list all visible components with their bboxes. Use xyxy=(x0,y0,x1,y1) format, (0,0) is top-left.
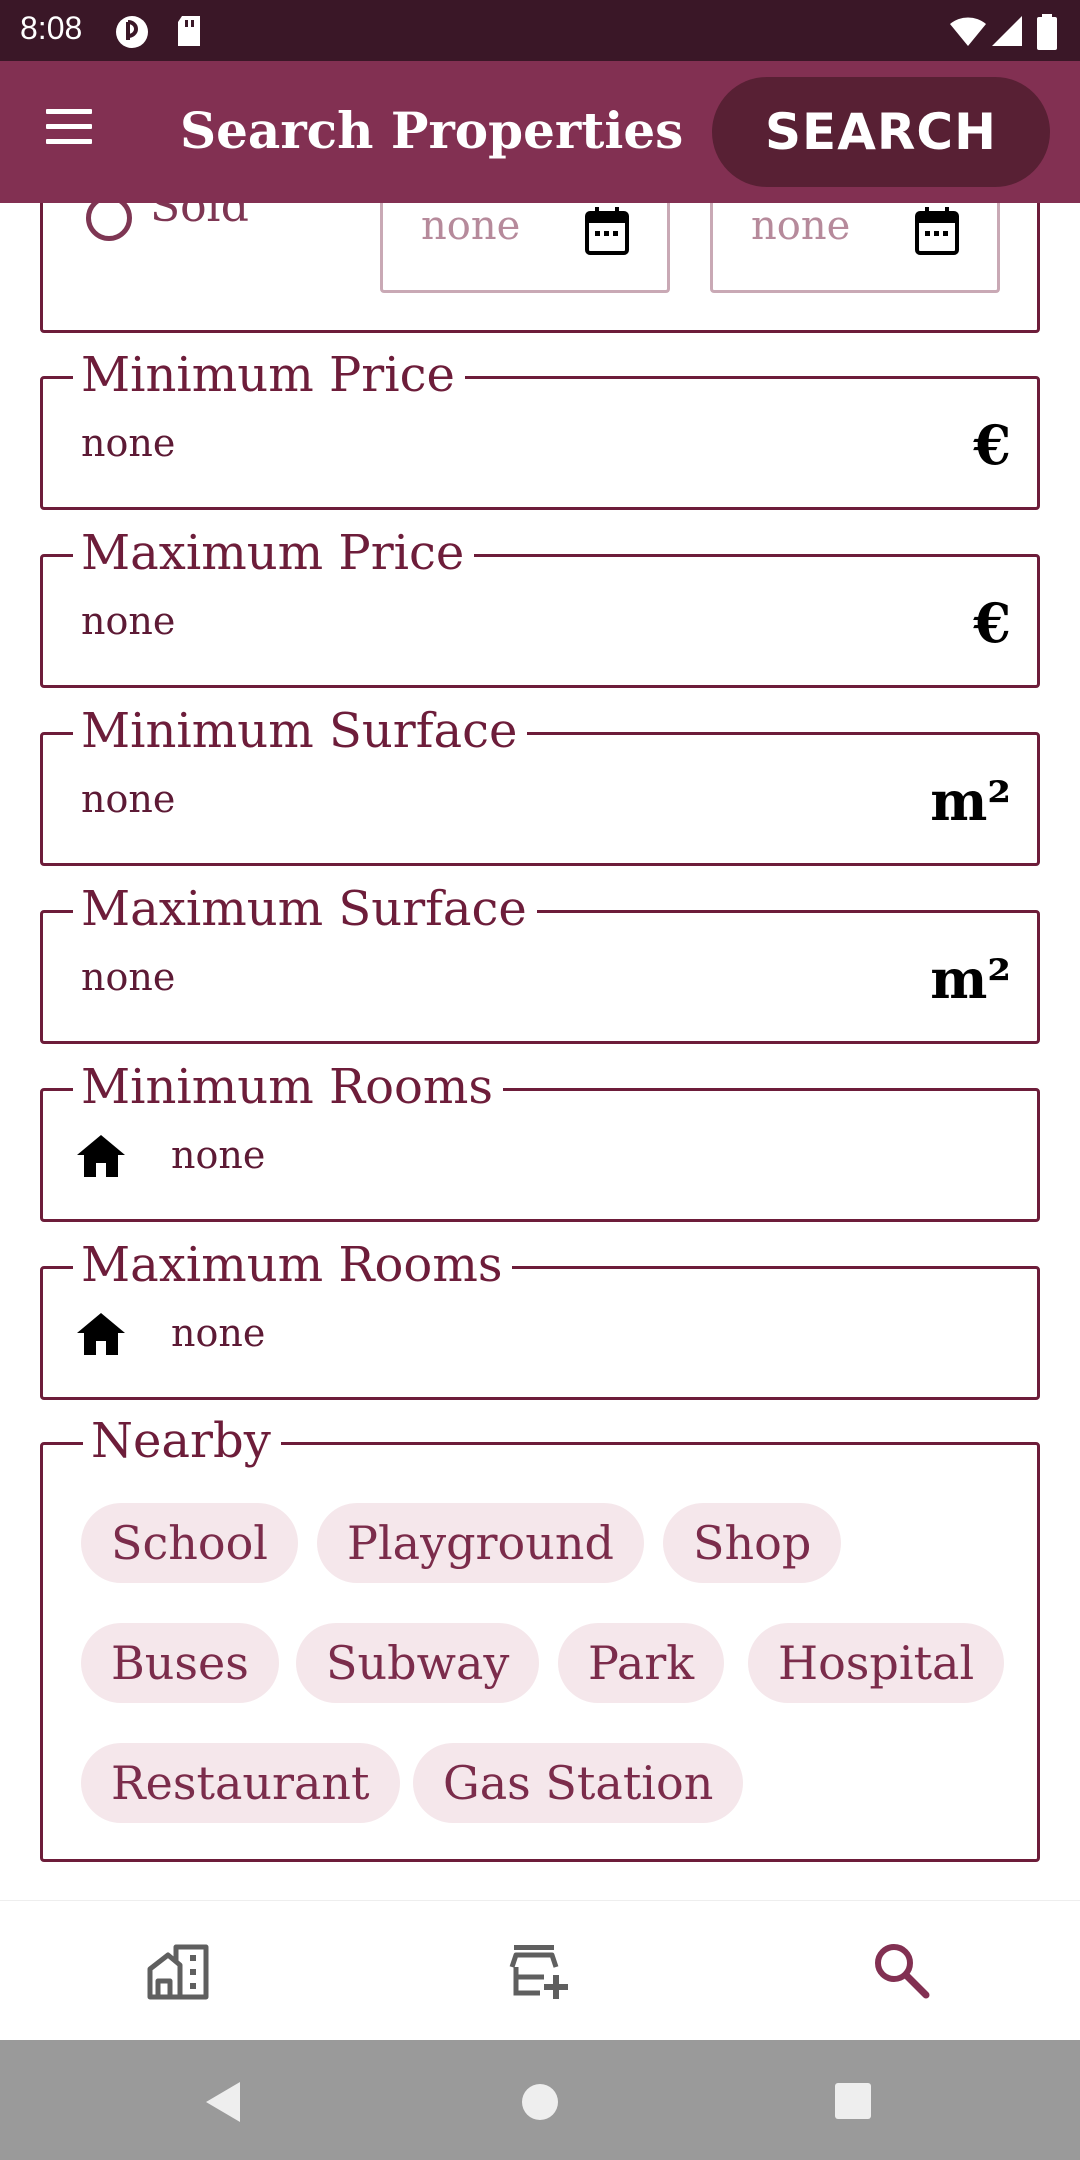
system-nav-bar xyxy=(0,2040,1080,2160)
bottom-nav xyxy=(0,1900,1080,2040)
sd-card-icon xyxy=(178,16,200,46)
date-from-field[interactable]: none xyxy=(380,203,670,293)
home-icon xyxy=(77,1313,125,1355)
min-price-field[interactable]: Minimum Price none € xyxy=(40,345,1040,510)
min-surface-label: Minimum Surface xyxy=(73,701,528,761)
search-button[interactable]: SEARCH xyxy=(712,77,1050,187)
menu-icon[interactable] xyxy=(44,109,98,149)
add-property-icon[interactable] xyxy=(508,1941,572,2001)
search-form[interactable]: Sold none none Minimum Price none € Maxi… xyxy=(0,203,1080,1900)
max-rooms-field[interactable]: Maximum Rooms none xyxy=(40,1235,1040,1400)
signal-icon xyxy=(992,16,1022,46)
square-meter-unit: m² xyxy=(930,769,1011,833)
search-icon[interactable] xyxy=(870,1941,934,2001)
home-circle-icon[interactable] xyxy=(520,2082,560,2122)
battery-icon xyxy=(1037,14,1057,50)
chip-hospital[interactable]: Hospital xyxy=(748,1623,1005,1703)
max-price-field[interactable]: Maximum Price none € xyxy=(40,523,1040,688)
min-price-label: Minimum Price xyxy=(73,345,465,405)
min-rooms-value: none xyxy=(171,1133,266,1177)
notification-app-icon xyxy=(116,16,148,48)
page-title: Search Properties xyxy=(180,101,684,160)
chip-gas-station[interactable]: Gas Station xyxy=(413,1743,744,1823)
euro-icon: € xyxy=(973,413,1011,477)
max-surface-label: Maximum Surface xyxy=(73,879,537,939)
date-to-value: none xyxy=(751,203,851,249)
status-time: 8:08 xyxy=(20,10,83,46)
min-surface-value: none xyxy=(81,777,176,821)
recents-icon[interactable] xyxy=(834,2082,872,2120)
chip-restaurant[interactable]: Restaurant xyxy=(81,1743,400,1823)
back-icon[interactable] xyxy=(202,2080,244,2124)
min-surface-field[interactable]: Minimum Surface none m² xyxy=(40,701,1040,866)
date-from-value: none xyxy=(421,203,521,249)
chip-park[interactable]: Park xyxy=(558,1623,725,1703)
calendar-icon[interactable] xyxy=(913,207,961,257)
min-rooms-field[interactable]: Minimum Rooms none xyxy=(40,1057,1040,1222)
min-price-value: none xyxy=(81,421,176,465)
properties-icon[interactable] xyxy=(146,1941,210,2001)
calendar-icon[interactable] xyxy=(583,207,631,257)
chip-school[interactable]: School xyxy=(81,1503,299,1583)
max-price-label: Maximum Price xyxy=(73,523,475,583)
nearby-label: Nearby xyxy=(83,1411,281,1471)
max-rooms-label: Maximum Rooms xyxy=(73,1235,513,1295)
max-surface-field[interactable]: Maximum Surface none m² xyxy=(40,879,1040,1044)
max-rooms-value: none xyxy=(171,1311,266,1355)
euro-icon: € xyxy=(973,591,1011,655)
max-price-value: none xyxy=(81,599,176,643)
chip-buses[interactable]: Buses xyxy=(81,1623,279,1703)
chip-shop[interactable]: Shop xyxy=(663,1503,842,1583)
chip-subway[interactable]: Subway xyxy=(296,1623,540,1703)
status-bar: 8:08 xyxy=(0,0,1080,61)
min-rooms-label: Minimum Rooms xyxy=(73,1057,504,1117)
home-icon xyxy=(77,1135,125,1177)
chip-playground[interactable]: Playground xyxy=(317,1503,644,1583)
nearby-card: Nearby School Playground Shop Buses Subw… xyxy=(40,1411,1040,1862)
wifi-icon xyxy=(950,17,986,46)
app-bar: Search Properties SEARCH xyxy=(0,61,1080,203)
square-meter-unit: m² xyxy=(930,947,1011,1011)
sold-radio-label: Sold xyxy=(150,203,249,232)
date-to-field[interactable]: none xyxy=(710,203,1000,293)
max-surface-value: none xyxy=(81,955,176,999)
